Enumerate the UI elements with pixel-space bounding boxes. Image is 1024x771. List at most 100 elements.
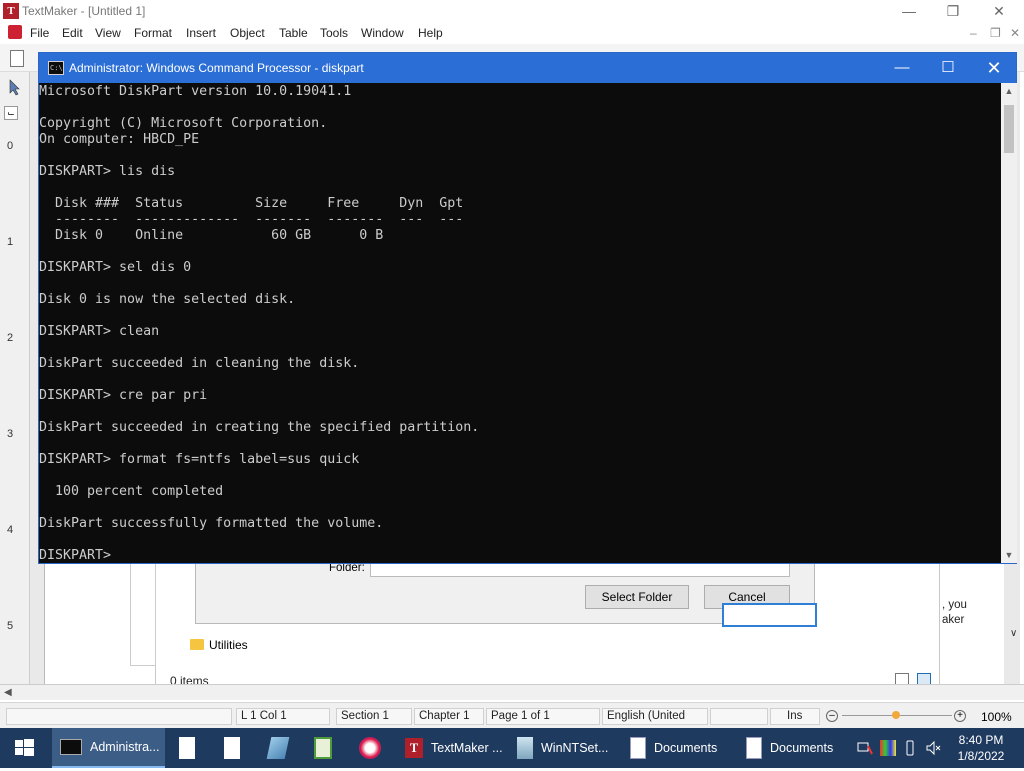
document-icon <box>179 737 195 759</box>
menu-view[interactable]: View <box>95 26 121 40</box>
document-icon <box>746 737 762 759</box>
status-empty-field <box>6 708 232 725</box>
clock-time: 8:40 PM <box>958 733 1004 747</box>
zoom-level: 100% <box>981 710 1012 724</box>
menu-insert[interactable]: Insert <box>186 26 216 40</box>
scroll-left-arrow[interactable]: ◀ <box>4 687 12 698</box>
textmaker-close-button[interactable]: ✕ <box>976 0 1022 22</box>
status-position: L 1 Col 1 <box>236 708 330 725</box>
taskbar-label: Documents <box>770 741 834 755</box>
taskbar-spreadsheet-button[interactable] <box>306 728 346 768</box>
zoom-in-icon[interactable]: + <box>954 710 966 722</box>
taskbar-label: Documents <box>654 741 718 755</box>
ruler-number: 0 <box>7 140 14 152</box>
folder-input[interactable] <box>370 562 790 577</box>
folder-icon <box>190 639 204 650</box>
status-chapter: Chapter 1 <box>414 708 484 725</box>
zoom-slider-thumb[interactable] <box>892 711 900 719</box>
cmd-title: Administrator: Windows Command Processor… <box>69 61 364 75</box>
taskbar-cmd-button[interactable]: Administra... <box>52 728 165 768</box>
taskbar-label: TextMaker ... <box>431 741 503 755</box>
taskbar-label: WinNTSet... <box>541 741 609 755</box>
cmd-icon[interactable]: C:\ <box>48 61 64 75</box>
doc-restore-button[interactable]: ❐ <box>990 26 1001 40</box>
textmaker-titlebar: T TextMaker - [Untitled 1] — ❐ ✕ <box>0 0 1024 22</box>
horizontal-scrollbar[interactable]: ◀ <box>0 684 1024 700</box>
document-text: , you aker <box>942 598 967 628</box>
textmaker-app-icon[interactable]: T <box>3 3 19 19</box>
taskbar-label: Administra... <box>90 740 160 754</box>
ruler-number: 3 <box>7 428 14 440</box>
spreadsheet-icon <box>314 737 332 759</box>
select-folder-button[interactable]: Select Folder <box>585 585 689 609</box>
taskbar-textmaker-button[interactable]: T TextMaker ... <box>397 728 504 768</box>
document-icon <box>224 737 240 759</box>
doc-close-button[interactable]: ✕ <box>1010 26 1020 40</box>
clock-date: 1/8/2022 <box>957 749 1005 763</box>
textmaker-title: TextMaker - [Untitled 1] <box>22 4 146 18</box>
cmd-minimize-button[interactable]: — <box>879 53 925 83</box>
console-output[interactable]: Microsoft DiskPart version 10.0.19041.1 … <box>39 83 1001 563</box>
textmaker-restore-button[interactable]: ❐ <box>930 0 976 22</box>
pointer-tool-icon[interactable] <box>6 78 24 96</box>
menu-help[interactable]: Help <box>418 26 443 40</box>
ruler-number: 5 <box>7 620 14 632</box>
focused-field[interactable] <box>722 603 817 627</box>
status-language[interactable]: English (United <box>602 708 708 725</box>
tab-stop-selector[interactable]: ⌙ <box>4 106 18 120</box>
textmaker-doc-icon[interactable] <box>8 25 22 39</box>
network-icon[interactable] <box>857 740 873 756</box>
scroll-up-arrow[interactable]: ▲ <box>1001 83 1017 99</box>
textmaker-menubar: File Edit View Format Insert Object Tabl… <box>0 22 1024 44</box>
vertical-scroll-down-arrow[interactable]: ∨ <box>1010 628 1022 642</box>
status-section: Section 1 <box>336 708 412 725</box>
cmd-icon <box>60 739 82 755</box>
scroll-down-arrow[interactable]: ▼ <box>1001 547 1017 563</box>
list-item-utilities[interactable]: Utilities <box>190 638 248 654</box>
cmd-close-button[interactable]: ✕ <box>971 53 1017 83</box>
menu-window[interactable]: Window <box>361 26 404 40</box>
menu-format[interactable]: Format <box>134 26 172 40</box>
cmd-maximize-button[interactable]: ☐ <box>925 53 971 83</box>
usb-drive-icon[interactable] <box>903 740 917 756</box>
taskbar: Administra... T TextMaker ... WinNTSet..… <box>0 728 1024 768</box>
status-blank <box>710 708 768 725</box>
taskbar-documents-button[interactable]: Documents <box>622 728 732 768</box>
menu-edit[interactable]: Edit <box>62 26 83 40</box>
cmd-scrollbar[interactable]: ▲ ▼ <box>1001 83 1017 563</box>
zoom-out-icon[interactable]: – <box>826 710 838 722</box>
ruler-number: 2 <box>7 332 14 344</box>
command-prompt-window[interactable]: C:\ Administrator: Windows Command Proce… <box>38 52 1017 564</box>
menu-file[interactable]: File <box>30 26 49 40</box>
status-insert-mode[interactable]: Ins <box>770 708 820 725</box>
document-text-line: aker <box>942 614 965 626</box>
new-document-icon[interactable] <box>10 50 24 67</box>
menu-table[interactable]: Table <box>279 26 308 40</box>
doc-minimize-button[interactable]: – <box>970 26 977 40</box>
windows-logo-icon <box>15 739 34 756</box>
list-item-label: Utilities <box>209 638 248 652</box>
ruler-number: 1 <box>7 236 14 248</box>
taskbar-winntsetup-button[interactable]: WinNTSet... <box>509 728 616 768</box>
brush-icon <box>359 737 381 759</box>
system-clock[interactable]: 8:40 PM 1/8/2022 <box>940 732 1022 764</box>
menu-object[interactable]: Object <box>230 26 265 40</box>
vertical-ruler: ⌙ 0 1 2 3 4 5 <box>0 72 30 696</box>
menu-tools[interactable]: Tools <box>320 26 348 40</box>
textmaker-minimize-button[interactable]: — <box>886 0 932 22</box>
document-text-line: , you <box>942 599 967 611</box>
setup-icon <box>517 737 533 759</box>
taskbar-document-button[interactable] <box>171 728 211 768</box>
textmaker-icon: T <box>405 738 423 758</box>
taskbar-disk-button[interactable] <box>261 728 301 768</box>
cmd-titlebar[interactable]: C:\ Administrator: Windows Command Proce… <box>39 53 1016 83</box>
textmaker-statusbar: L 1 Col 1 Section 1 Chapter 1 Page 1 of … <box>0 702 1024 728</box>
taskbar-document-button-2[interactable] <box>216 728 256 768</box>
taskbar-documents-button-2[interactable]: Documents <box>738 728 848 768</box>
start-button[interactable] <box>0 728 48 768</box>
document-icon <box>630 737 646 759</box>
volume-muted-icon[interactable] <box>925 740 941 756</box>
taskbar-paint-button[interactable] <box>351 728 391 768</box>
scroll-thumb[interactable] <box>1004 105 1014 153</box>
display-icon[interactable] <box>880 740 896 756</box>
